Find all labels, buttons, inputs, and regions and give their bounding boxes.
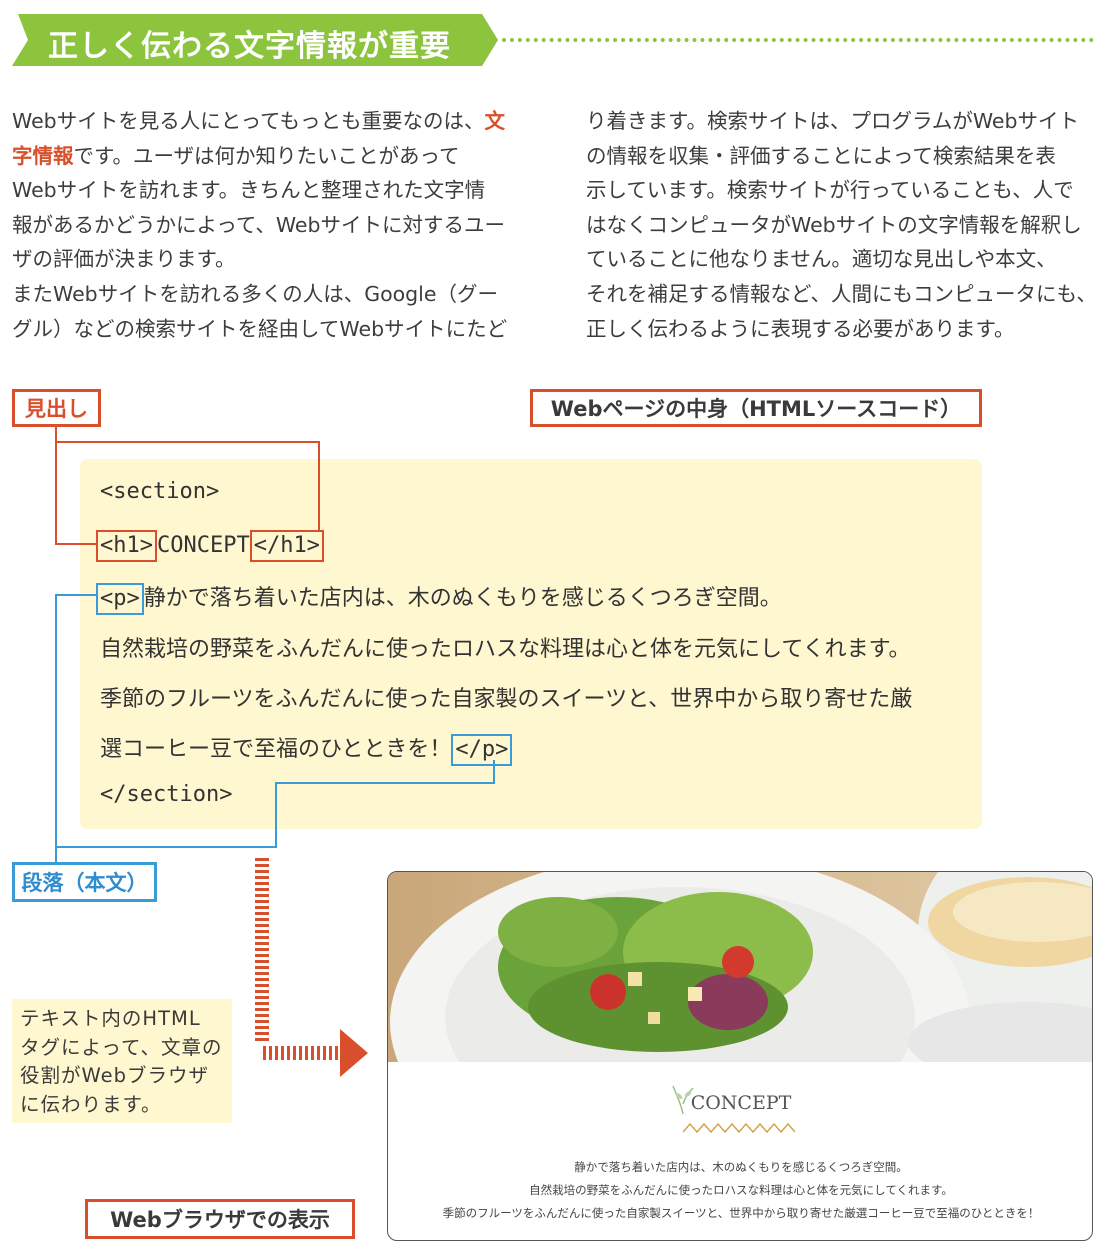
- flow-arrow-stem: [255, 858, 269, 1044]
- paragraph-connector: [275, 782, 495, 784]
- section-banner: 正しく伝わる文字情報が重要: [12, 14, 498, 66]
- intro-right-line: ていることに他なりません。適切な見出しや本文、: [586, 247, 1057, 272]
- preview-paragraph-line: 季節のフルーツをふんだんに使った自家製スイーツと、世界中から取り寄せた厳選コーヒ…: [442, 1206, 1040, 1220]
- banner-dotted-rule: [502, 38, 1094, 42]
- paragraph-connector: [55, 594, 57, 862]
- p-text-line: 選コーヒー豆で至福のひとときを！: [100, 737, 452, 762]
- note-line: 役割がWebブラウザ: [20, 1064, 210, 1087]
- paragraph-connector: [275, 782, 277, 848]
- intro-left-column: Webサイトを見る人にとってもっとも重要なのは、文 字情報です。ユーザは何か知り…: [12, 104, 524, 346]
- paragraph-label: 段落（本文）: [12, 862, 157, 902]
- code-p-line-4: 選コーヒー豆で至福のひとときを！ </p>: [100, 731, 513, 766]
- code-p-line-3: 季節のフルーツをふんだんに使った自家製のスイーツと、世界中から取り寄せた厳: [100, 687, 913, 712]
- intro-right-line: 示しています。検索サイトが行っていることも、人で: [586, 178, 1074, 203]
- code-h1-line: <h1> CONCEPT </h1>: [96, 530, 324, 562]
- paragraph-connector: [55, 846, 277, 848]
- note-line: タグによって、文章の: [20, 1035, 223, 1059]
- zigzag-divider: [683, 1122, 795, 1134]
- preview-paragraph-line: 自然栽培の野菜をふんだんに使ったロハスな料理は心と体を元気にしてくれます。: [529, 1183, 953, 1197]
- heading-connector: [55, 427, 57, 545]
- browser-display-label: Webブラウザでの表示: [85, 1199, 355, 1239]
- code-section-close: </section>: [100, 782, 233, 807]
- heading-label: 見出し: [12, 389, 101, 427]
- p-close-tag: </p>: [451, 734, 513, 766]
- h1-open-tag: <h1>: [96, 530, 157, 562]
- intro-left-line: Webサイトを見る人にとってもっとも重要なのは、文: [12, 109, 506, 133]
- heading-connector: [318, 441, 320, 530]
- banner-title: 正しく伝わる文字情報が重要: [48, 29, 451, 64]
- code-p-line-2: 自然栽培の野菜をふんだんに使ったロハスな料理は心と体を元気にしてくれます。: [100, 637, 911, 662]
- heading-connector: [55, 441, 320, 443]
- code-p-line-1: <p> 静かで落ち着いた店内は、木のぬくもりを感じるくつろぎ空間。: [96, 580, 782, 615]
- intro-left-line: 報があるかどうかによって、Webサイトに対するユー: [12, 212, 506, 237]
- intro-left-line: ザの評価が決まります。: [12, 247, 236, 272]
- intro-left-line: 字情報です。ユーザは何か知りたいことがあって: [12, 143, 460, 168]
- paragraph-connector: [55, 594, 97, 596]
- preview-heading: CONCEPT: [690, 1092, 792, 1114]
- salad-photo: [388, 872, 1092, 1062]
- preview-paragraph-line: 静かで落ち着いた店内は、木のぬくもりを感じるくつろぎ空間。: [574, 1160, 908, 1174]
- intro-left-line: Webサイトを訪れます。きちんと整理された文字情: [12, 178, 486, 203]
- intro-right-line: り着きます。検索サイトは、プログラムがWebサイト: [586, 109, 1080, 133]
- p-open-tag: <p>: [96, 583, 144, 615]
- h1-text: CONCEPT: [156, 533, 250, 558]
- browser-preview: CONCEPT 静かで落ち着いた店内は、木のぬくもりを感じるくつろぎ空間。 自然…: [387, 871, 1093, 1241]
- intro-right-line: 正しく伝わるように表現する必要があります。: [586, 316, 1015, 341]
- intro-left-line: グル）などの検索サイトを経由してWebサイトにたど: [12, 316, 508, 341]
- intro-left-line: またWebサイトを訪れる多くの人は、Google（グー: [12, 281, 498, 306]
- paragraph-connector: [493, 760, 495, 784]
- html-source-label: Webページの中身（HTMLソースコード）: [530, 389, 982, 427]
- h1-close-tag: </h1>: [249, 530, 324, 562]
- intro-right-line: の情報を収集・評価することによって検索結果を表: [586, 143, 1056, 168]
- note-line: テキスト内のHTML: [20, 1007, 201, 1030]
- code-section-open: <section>: [100, 479, 220, 504]
- flow-arrow-head-icon: [340, 1029, 368, 1077]
- note-line: に伝わります。: [20, 1092, 162, 1116]
- heading-connector: [55, 543, 97, 545]
- p-text-line: 静かで落ち着いた店内は、木のぬくもりを感じるくつろぎ空間。: [143, 586, 782, 611]
- intro-right-column: り着きます。検索サイトは、プログラムがWebサイト の情報を収集・評価することに…: [586, 104, 1098, 346]
- explanation-note: テキスト内のHTML タグによって、文章の 役割がWebブラウザ に伝わります。: [12, 999, 232, 1123]
- intro-right-line: それを補足する情報など、人間にもコンピュータにも、: [586, 281, 1097, 306]
- intro-right-line: はなくコンピュータがWebサイトの文字情報を解釈し: [586, 212, 1082, 237]
- flow-arrow-shaft: [263, 1046, 341, 1060]
